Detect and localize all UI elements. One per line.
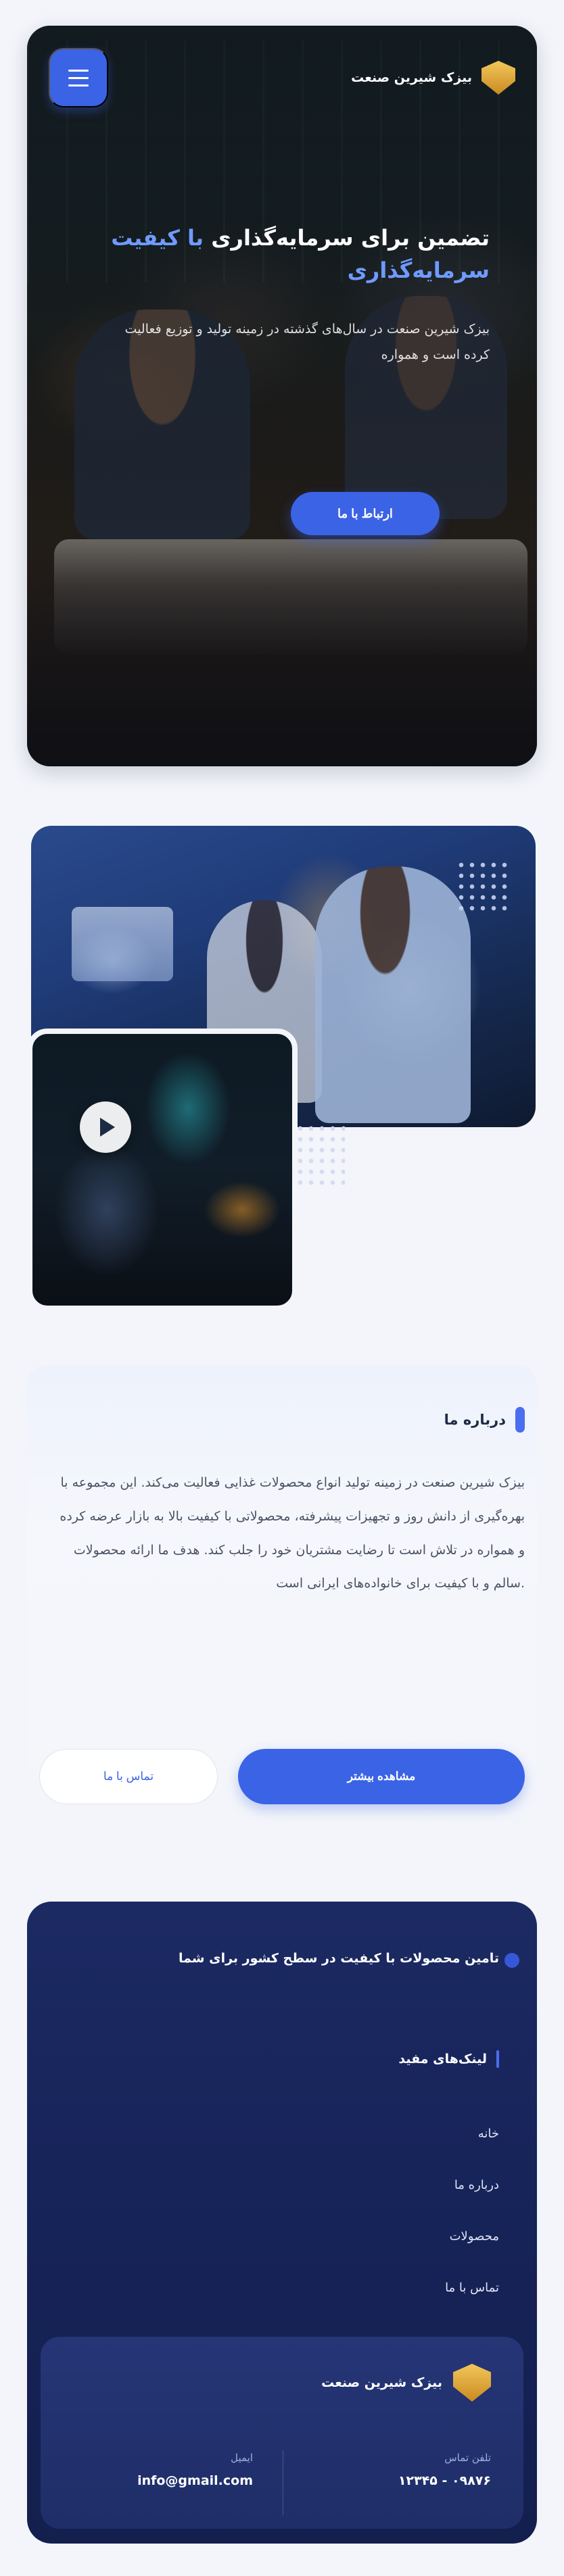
footer-quick-links-title: لینک‌های مفید bbox=[398, 2052, 487, 2066]
footer-link-home[interactable]: خانه bbox=[296, 2108, 499, 2160]
hero-cta-button[interactable]: ارتباط با ما bbox=[291, 492, 440, 535]
hamburger-icon bbox=[68, 69, 89, 72]
office-person-front bbox=[315, 866, 471, 1123]
image-collage bbox=[27, 826, 537, 1312]
decorative-dots bbox=[456, 860, 510, 914]
email-label: ایمیل bbox=[231, 2452, 253, 2464]
footer-contact-card: بیزک شیرین صنعت تلفن تماس ۱۲۳۴۵ - ۰۹۸۷۶ … bbox=[41, 2337, 523, 2529]
about-secondary-button[interactable]: تماس با ما bbox=[39, 1749, 218, 1804]
footer-accent-bar bbox=[496, 2050, 499, 2068]
hamburger-icon bbox=[68, 84, 89, 86]
play-icon[interactable] bbox=[80, 1101, 131, 1153]
hero-description: بیزک شیرین صنعت در سال‌های گذشته در زمین… bbox=[124, 322, 490, 362]
footer-link-products[interactable]: محصولات bbox=[296, 2211, 499, 2262]
footer-link-about[interactable]: درباره ما bbox=[296, 2160, 499, 2211]
footer-phone[interactable]: تلفن تماس ۱۲۳۴۵ - ۰۹۸۷۶ bbox=[302, 2452, 491, 2488]
footer-brand-name: بیزک شیرین صنعت bbox=[321, 2375, 442, 2390]
footer: تامین محصولات با کیفیت در سطح کشور برای … bbox=[27, 1902, 537, 2544]
footer-bullet-icon bbox=[504, 1953, 519, 1968]
footer-brand: بیزک شیرین صنعت bbox=[321, 2364, 491, 2402]
hero-title-line1: تضمین برای سرمایه‌گذاری bbox=[211, 225, 490, 251]
hero-section: بیزک شیرین صنعت تضمین برای سرمایه‌گذاری … bbox=[27, 26, 537, 766]
office-monitor bbox=[72, 907, 173, 981]
footer-links: خانه درباره ما محصولات تماس با ما bbox=[296, 2108, 499, 2314]
shield-logo-icon bbox=[481, 61, 515, 95]
menu-button[interactable] bbox=[49, 48, 108, 107]
about-accent-bar bbox=[515, 1407, 525, 1433]
about-primary-button[interactable]: مشاهده بیشتر bbox=[238, 1749, 525, 1804]
hero-title-accent: با کیفیت bbox=[111, 225, 204, 251]
footer-link-contact[interactable]: تماس با ما bbox=[296, 2262, 499, 2314]
brand[interactable]: بیزک شیرین صنعت bbox=[351, 61, 515, 95]
footer-tagline: تامین محصولات با کیفیت در سطح کشور برای … bbox=[179, 1951, 499, 1966]
footer-quick-links-heading: لینک‌های مفید bbox=[398, 2050, 499, 2068]
hamburger-icon bbox=[68, 76, 89, 79]
phone-label: تلفن تماس bbox=[444, 2452, 491, 2464]
brand-name: بیزک شیرین صنعت bbox=[351, 70, 472, 85]
about-section: درباره ما بیزک شیرین صنعت در زمینه تولید… bbox=[27, 1365, 537, 1833]
phone-value[interactable]: ۱۲۳۴۵ - ۰۹۸۷۶ bbox=[302, 2473, 491, 2488]
video-thumbnail[interactable] bbox=[27, 1029, 298, 1311]
email-value[interactable]: info@gmail.com bbox=[64, 2473, 253, 2488]
page: بیزک شیرین صنعت تضمین برای سرمایه‌گذاری … bbox=[0, 0, 564, 2576]
about-label: درباره ما bbox=[444, 1407, 525, 1433]
about-text: بیزک شیرین صنعت در زمینه تولید انواع محص… bbox=[60, 1475, 525, 1591]
about-label-text: درباره ما bbox=[444, 1412, 506, 1428]
footer-email[interactable]: ایمیل info@gmail.com bbox=[64, 2452, 253, 2488]
hero-overlay bbox=[27, 26, 537, 766]
hero-title-line2: سرمایه‌گذاری bbox=[347, 257, 490, 283]
top-navbar: بیزک شیرین صنعت bbox=[49, 47, 515, 108]
shield-logo-icon bbox=[453, 2364, 491, 2402]
hero-title: تضمین برای سرمایه‌گذاری با کیفیت سرمایه‌… bbox=[84, 222, 490, 287]
about-actions: تماس با ما مشاهده بیشتر bbox=[39, 1749, 525, 1804]
